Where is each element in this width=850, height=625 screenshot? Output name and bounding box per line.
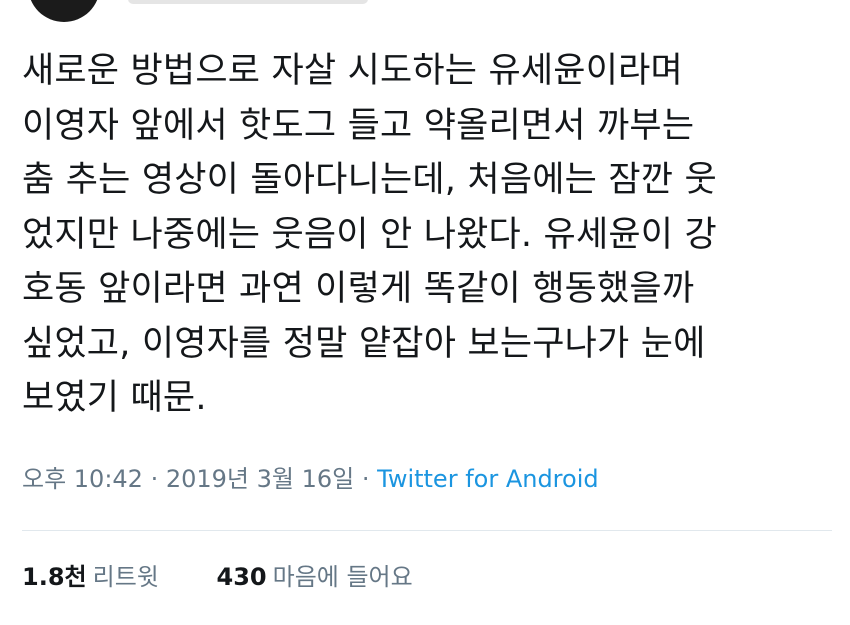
meta-separator: · [142, 465, 166, 493]
author-avatar[interactable] [28, 0, 100, 22]
tweet-text-line: 호동 앞이라면 과연 이렇게 똑같이 행동했을까 [22, 269, 695, 309]
likes-count: 430 [216, 563, 267, 591]
tweet-metadata: 오후 10:42 · 2019년 3월 16일 · Twitter for An… [22, 462, 599, 496]
tweet-text-line: 춤 추는 영상이 돌아다니는데, 처음에는 잠깐 웃 [22, 160, 717, 200]
retweets-label: 리트윗 [92, 563, 159, 591]
tweet-text-line: 었지만 나중에는 웃음이 안 나왔다. 유세윤이 강 [22, 214, 717, 255]
tweet-text-line: 싶었고, 이영자를 정말 얕잡아 보는구나가 눈에 [22, 323, 706, 364]
likes-stat[interactable]: 430 마음에 들어요 [217, 560, 413, 594]
author-name-fragment[interactable] [128, 0, 368, 4]
meta-separator: · [354, 465, 378, 493]
tweet-text-line: 보였기 때문. [22, 378, 207, 418]
retweets-count: 1.8천 [22, 563, 87, 591]
divider [22, 530, 832, 531]
likes-label: 마음에 들어요 [272, 563, 413, 591]
retweets-stat[interactable]: 1.8천 리트윗 [22, 560, 159, 594]
tweet-stats: 1.8천 리트윗 430 마음에 들어요 [22, 560, 413, 594]
tweet-author-header [0, 0, 850, 34]
tweet-date[interactable]: 2019년 3월 16일 [166, 465, 354, 493]
tweet-time[interactable]: 오후 10:42 [22, 465, 143, 493]
tweet-text-line: 새로운 방법으로 자살 시도하는 유세윤이라며 [22, 51, 683, 91]
tweet-text-line: 이영자 앞에서 핫도그 들고 약올리면서 까부는 [22, 105, 695, 146]
tweet-source-link[interactable]: Twitter for Android [377, 465, 598, 493]
tweet-text: 새로운 방법으로 자살 시도하는 유세윤이라며 이영자 앞에서 핫도그 들고 약… [22, 44, 828, 426]
